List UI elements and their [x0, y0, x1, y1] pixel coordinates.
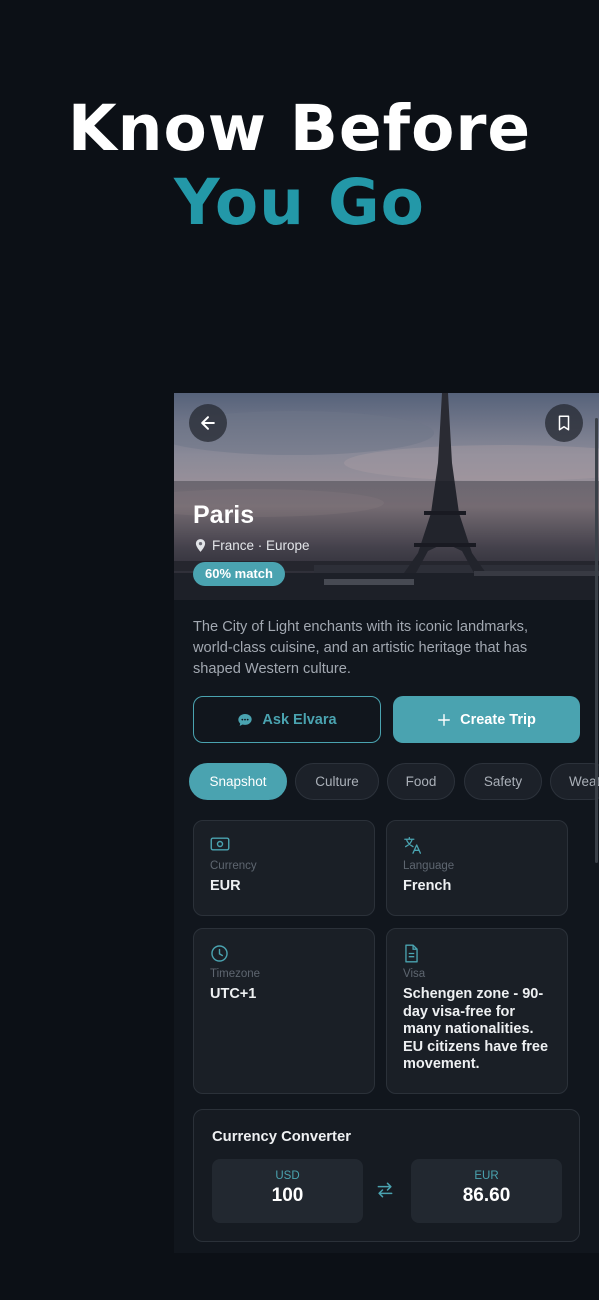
tab-weather[interactable]: Weat: [550, 763, 599, 800]
chat-bubble-icon: [238, 713, 253, 726]
from-amount: 100: [271, 1185, 304, 1206]
city-name: Paris: [193, 501, 255, 529]
currency-card: Currency EUR: [193, 820, 375, 916]
converter-from[interactable]: USD 100: [212, 1159, 363, 1223]
phone-screen: Paris France · Europe 60% match The City…: [174, 393, 599, 1253]
tab-food[interactable]: Food: [387, 763, 455, 800]
currency-value: EUR: [210, 878, 241, 894]
to-amount: 86.60: [462, 1185, 511, 1206]
match-badge: 60% match: [193, 562, 285, 586]
banknote-icon: [210, 837, 230, 851]
swap-arrows-icon: [377, 1182, 393, 1198]
map-pin-icon: [195, 539, 206, 552]
headline-line-1: Know Before: [67, 92, 532, 165]
scrollbar[interactable]: [595, 418, 598, 863]
ask-elvara-button[interactable]: Ask Elvara: [193, 696, 381, 743]
converter-to[interactable]: EUR 86.60: [411, 1159, 562, 1223]
to-currency: EUR: [474, 1170, 499, 1182]
destination-description: The City of Light enchants with its icon…: [193, 619, 528, 677]
language-card: Language French: [386, 820, 568, 916]
bookmark-icon: [558, 415, 570, 431]
translate-icon: [404, 836, 422, 854]
ask-elvara-label: Ask Elvara: [262, 711, 337, 728]
location-row: France · Europe: [195, 538, 310, 553]
tab-safety[interactable]: Safety: [464, 763, 542, 800]
plus-icon: [438, 713, 451, 726]
tab-snapshot[interactable]: Snapshot: [189, 763, 287, 800]
visa-value: Schengen zone - 90-day visa-free for man…: [403, 986, 549, 1072]
tab-culture[interactable]: Culture: [295, 763, 379, 800]
visa-label: Visa: [403, 968, 426, 980]
converter-title: Currency Converter: [212, 1129, 351, 1145]
headline-line-2: You Go: [174, 166, 425, 239]
currency-converter: Currency Converter USD 100 EUR 86.60: [193, 1109, 580, 1242]
hero-image: Paris France · Europe 60% match: [174, 393, 599, 600]
create-trip-button[interactable]: Create Trip: [393, 696, 580, 743]
swap-button[interactable]: [375, 1180, 395, 1205]
location-text: France · Europe: [212, 538, 310, 553]
document-icon: [405, 944, 418, 963]
visa-card: Visa Schengen zone - 90-day visa-free fo…: [386, 928, 568, 1094]
clock-icon: [211, 945, 228, 962]
create-trip-label: Create Trip: [460, 711, 536, 728]
language-value: French: [403, 878, 452, 894]
arrow-left-icon: [201, 416, 215, 430]
timezone-card: Timezone UTC+1: [193, 928, 375, 1094]
currency-label: Currency: [210, 860, 257, 872]
bookmark-button[interactable]: [545, 404, 583, 442]
timezone-label: Timezone: [210, 968, 261, 980]
language-label: Language: [403, 860, 455, 872]
back-button[interactable]: [189, 404, 227, 442]
timezone-value: UTC+1: [210, 986, 257, 1002]
headline: Know Before You Go: [0, 92, 599, 240]
from-currency: USD: [275, 1170, 300, 1182]
